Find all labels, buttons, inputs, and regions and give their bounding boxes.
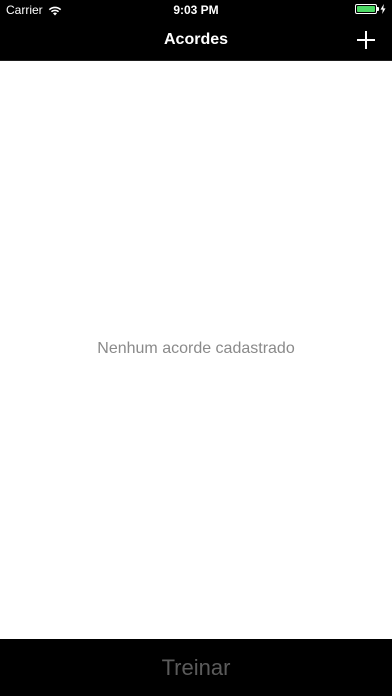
page-title: Acordes xyxy=(163,31,229,48)
navigation-bar: Acordes xyxy=(0,20,392,61)
status-time: 9:03 PM xyxy=(173,3,219,17)
battery-level-fill xyxy=(357,6,375,12)
charging-bolt-icon xyxy=(380,4,386,14)
plus-icon xyxy=(357,31,375,49)
chord-list[interactable]: Nenhum acorde cadastrado xyxy=(0,61,392,639)
battery-icon xyxy=(355,4,379,14)
status-bar: Carrier 9:03 PM xyxy=(0,0,392,20)
battery-cap xyxy=(377,7,379,11)
chords-screen: Carrier 9:03 PM Acordes Nenhum acorde ca… xyxy=(0,0,392,696)
status-right xyxy=(355,4,386,14)
train-button-label: Treinar xyxy=(161,654,231,680)
add-chord-button[interactable] xyxy=(352,26,380,54)
train-button[interactable]: Treinar xyxy=(0,639,392,696)
empty-state-message: Nenhum acorde cadastrado xyxy=(97,340,295,357)
